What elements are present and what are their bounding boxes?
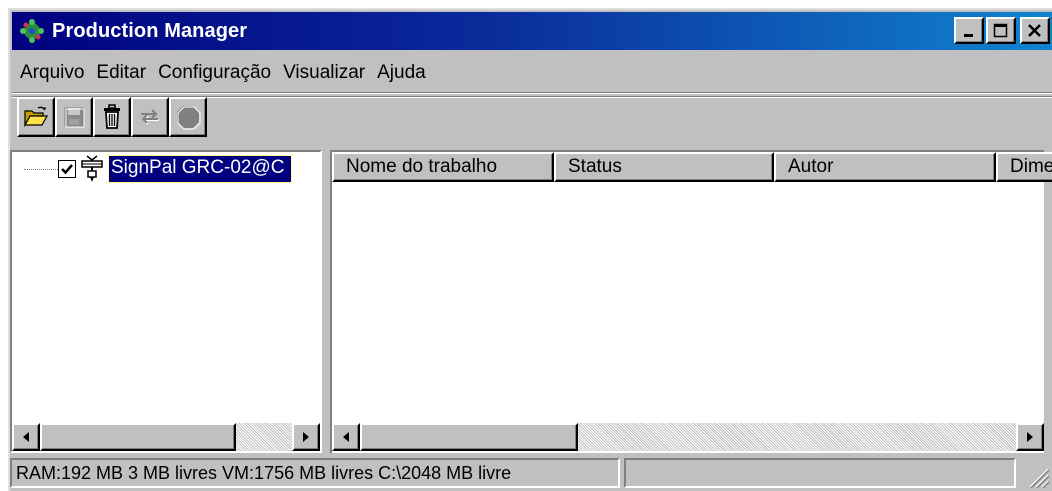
column-header-dimensions[interactable]: Dime: [996, 152, 1052, 182]
maximize-button[interactable]: [986, 17, 1016, 44]
scroll-right-button[interactable]: [292, 423, 320, 451]
printer-name[interactable]: SignPal GRC-02@C: [108, 155, 292, 183]
open-button[interactable]: [17, 97, 55, 137]
scroll-right-button[interactable]: [1016, 423, 1044, 451]
menu-bar: Arquivo Editar Configuração Visualizar A…: [12, 58, 432, 88]
right-arrow-icon: [303, 432, 309, 442]
trash-icon: [104, 104, 120, 129]
minimize-icon: [964, 33, 973, 37]
scroll-thumb[interactable]: [40, 423, 236, 451]
app-icon: [18, 17, 46, 45]
column-header-job-name[interactable]: Nome do trabalho: [332, 152, 554, 182]
transfer-button[interactable]: [131, 97, 169, 137]
scroll-left-button[interactable]: [332, 423, 360, 451]
scroll-thumb[interactable]: [360, 423, 578, 451]
list-hscrollbar[interactable]: [332, 423, 1044, 451]
left-arrow-icon: [23, 432, 29, 442]
stop-icon: [177, 106, 201, 130]
open-folder-icon: [23, 106, 49, 128]
printer-icon: [79, 155, 105, 183]
menu-configuracao[interactable]: Configuração: [152, 62, 277, 84]
scroll-track[interactable]: [578, 423, 1016, 451]
column-header-author[interactable]: Autor: [774, 152, 996, 182]
resize-grip-icon[interactable]: [1026, 465, 1050, 489]
scroll-left-button[interactable]: [12, 423, 40, 451]
tree-connector: [24, 168, 58, 170]
tree-item[interactable]: SignPal GRC-02@C: [12, 155, 292, 183]
menu-editar[interactable]: Editar: [90, 62, 152, 84]
column-header-status[interactable]: Status: [554, 152, 774, 182]
printer-tree[interactable]: SignPal GRC-02@C: [10, 150, 322, 453]
transfer-icon: [141, 109, 159, 125]
close-icon: [1028, 23, 1041, 37]
tree-hscrollbar[interactable]: [12, 423, 320, 451]
left-arrow-icon: [343, 432, 349, 442]
menu-ajuda[interactable]: Ajuda: [371, 62, 432, 84]
menu-visualizar[interactable]: Visualizar: [277, 62, 371, 84]
scroll-track[interactable]: [236, 423, 292, 451]
right-arrow-icon: [1027, 432, 1033, 442]
check-icon: [61, 164, 73, 175]
save-icon: [64, 107, 85, 128]
toolbar: [17, 97, 207, 137]
list-header: Nome do trabalho Status Autor Dime: [332, 152, 1052, 182]
maximize-icon: [993, 23, 1008, 37]
window-controls: [952, 17, 1050, 44]
save-button[interactable]: [55, 97, 93, 137]
stop-button[interactable]: [169, 97, 207, 137]
status-bar: RAM:192 MB 3 MB livres VM:1756 MB livres…: [10, 458, 620, 488]
menu-separator: [12, 92, 1052, 94]
job-list[interactable]: Nome do trabalho Status Autor Dime: [330, 150, 1052, 453]
minimize-button[interactable]: [954, 17, 984, 44]
printer-checkbox[interactable]: [58, 160, 76, 178]
close-button[interactable]: [1020, 17, 1050, 44]
status-bar-empty-panel: [624, 458, 1016, 488]
window-title: Production Manager: [52, 19, 248, 42]
delete-button[interactable]: [93, 97, 131, 137]
menu-arquivo[interactable]: Arquivo: [12, 62, 90, 84]
title-bar[interactable]: Production Manager: [12, 12, 1052, 50]
